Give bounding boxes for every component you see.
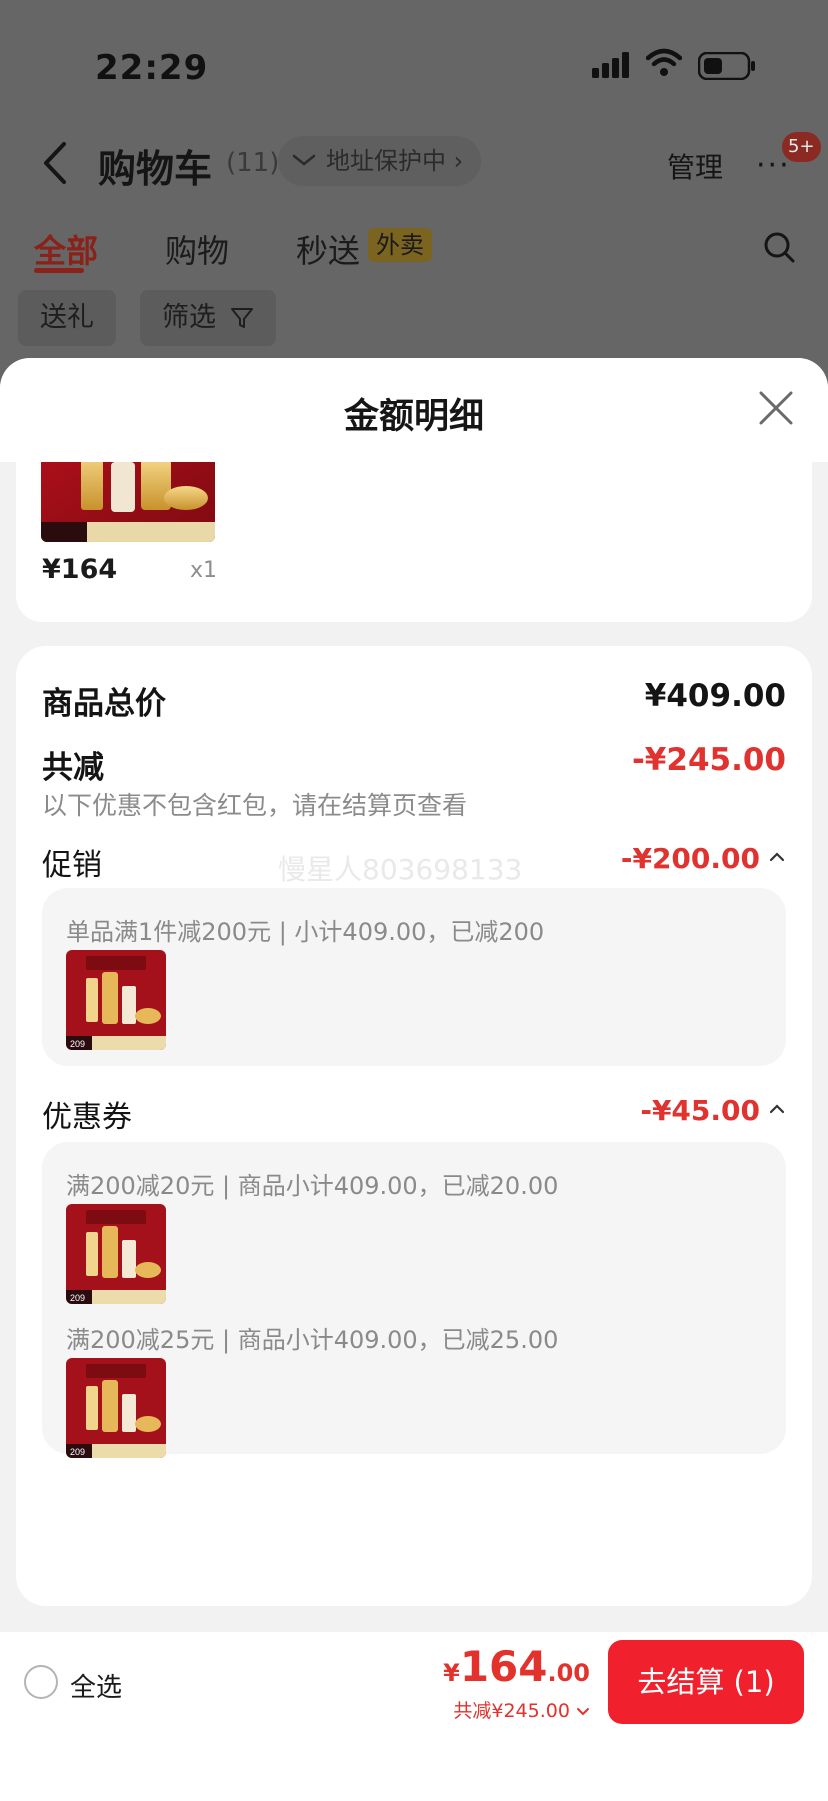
total-price-integer: 164 xyxy=(459,1642,548,1691)
cart-count: (11) xyxy=(226,148,280,178)
filter-funnel-icon xyxy=(231,308,253,328)
total-discount-toggle[interactable]: 共减¥245.00 xyxy=(453,1696,590,1723)
product-image[interactable] xyxy=(41,462,215,542)
checkout-bar: 全选 ¥164.00 共减¥245.00 去结算 (1) xyxy=(0,1632,828,1732)
status-time: 22:29 xyxy=(95,48,209,88)
checkout-button[interactable]: 去结算 (1) xyxy=(608,1640,804,1724)
select-all-label[interactable]: 全选 xyxy=(70,1667,122,1704)
thumb-price-badge: 209 xyxy=(70,1039,85,1049)
coupon-detail-box: 满200减20元 | 商品小计409.00，已减20.00 209 满200减2… xyxy=(42,1142,786,1458)
back-arrow-icon[interactable] xyxy=(38,140,78,186)
total-price-decimal: .00 xyxy=(547,1659,590,1687)
home-indicator-area xyxy=(0,1732,828,1801)
promotion-value[interactable]: -¥200.00 xyxy=(621,842,760,875)
coupon-rule-1: 满200减20元 | 商品小计409.00，已减20.00 xyxy=(66,1172,559,1200)
chevron-up-icon[interactable] xyxy=(768,1100,786,1118)
battery-icon xyxy=(698,52,755,80)
coupon-label: 优惠券 xyxy=(42,1100,132,1135)
tab-shopping[interactable]: 购物 xyxy=(165,226,229,272)
total-discount-text: 共减¥245.00 xyxy=(453,1700,570,1722)
amount-breakdown-card: 商品总价 ¥409.00 共减 -¥245.00 以下优惠不包含红包，请在结算页… xyxy=(16,646,812,1606)
coupon-value[interactable]: -¥45.00 xyxy=(640,1094,760,1127)
active-tab-indicator xyxy=(34,268,84,273)
item-price: ¥164 xyxy=(42,554,118,585)
promotion-detail-box: 单品满1件减200元 | 小计409.00，已减200 209 xyxy=(42,888,786,1066)
coupon-rule-2: 满200减25元 | 商品小计409.00，已减25.00 xyxy=(66,1326,559,1354)
takeout-tag: 外卖 xyxy=(368,228,432,262)
thumb-price-badge: 209 xyxy=(70,1447,85,1457)
manage-button[interactable]: 管理 xyxy=(667,146,723,186)
product-card: ¥164 x1 xyxy=(16,462,812,622)
sheet-title: 金额明细 xyxy=(343,397,484,437)
filter-chips: 送礼 筛选 xyxy=(0,290,828,346)
product-thumbnail[interactable]: 209 xyxy=(66,1358,166,1458)
cart-page-background: 22:29 购物车 (11) 地址保护中 › 管理 ··· 5+ 全部 购物 秒… xyxy=(0,0,828,420)
status-bar: 22:29 xyxy=(0,38,828,98)
total-price-currency: ¥ xyxy=(443,1659,460,1687)
chevron-up-icon[interactable] xyxy=(768,848,786,866)
total-reduction-label: 共减 xyxy=(42,750,104,786)
tab-all[interactable]: 全部 xyxy=(34,226,98,272)
page-title: 购物车 xyxy=(98,147,213,191)
product-thumbnail[interactable]: 209 xyxy=(66,950,166,1050)
cellular-signal-icon xyxy=(592,52,629,78)
wifi-icon xyxy=(646,48,682,76)
watermark-text: 慢星人803698133 xyxy=(278,853,523,886)
filter-chip[interactable]: 筛选 xyxy=(140,290,276,346)
thumb-price-badge: 209 xyxy=(70,1293,85,1303)
product-thumbnail[interactable]: 209 xyxy=(66,1204,166,1304)
gift-chip[interactable]: 送礼 xyxy=(18,290,116,346)
close-icon[interactable] xyxy=(756,388,796,428)
cart-navbar: 购物车 (11) 地址保护中 › 管理 ··· 5+ xyxy=(0,128,828,198)
goods-total-label: 商品总价 xyxy=(42,686,166,722)
address-chip-label: 地址保护中 › xyxy=(326,147,464,175)
select-all-checkbox[interactable] xyxy=(24,1665,58,1699)
sheet-header: 金额明细 xyxy=(0,358,828,462)
cart-tabs: 全部 购物 秒送 外卖 xyxy=(0,222,828,282)
amount-detail-sheet: 金额明细 ¥164 x1 商品总价 ¥409.00 共减 -¥245.00 以下… xyxy=(0,358,828,1801)
shield-icon xyxy=(292,154,316,166)
gift-chip-label: 送礼 xyxy=(40,302,94,333)
total-reduction-value: -¥245.00 xyxy=(631,742,786,778)
filter-chip-label: 筛选 xyxy=(162,302,216,333)
goods-total-value: ¥409.00 xyxy=(644,678,786,714)
item-quantity: x1 xyxy=(190,558,218,583)
message-badge: 5+ xyxy=(782,132,821,162)
promotion-rule: 单品满1件减200元 | 小计409.00，已减200 xyxy=(66,918,545,946)
address-protection-chip[interactable]: 地址保护中 › xyxy=(278,136,482,186)
promotion-label: 促销 xyxy=(42,848,102,883)
chevron-down-icon xyxy=(577,1707,589,1715)
reduction-note: 以下优惠不包含红包，请在结算页查看 xyxy=(42,791,468,820)
search-icon[interactable] xyxy=(762,230,796,264)
total-price: ¥164.00 xyxy=(443,1642,590,1691)
tab-instant-delivery[interactable]: 秒送 xyxy=(296,226,360,272)
